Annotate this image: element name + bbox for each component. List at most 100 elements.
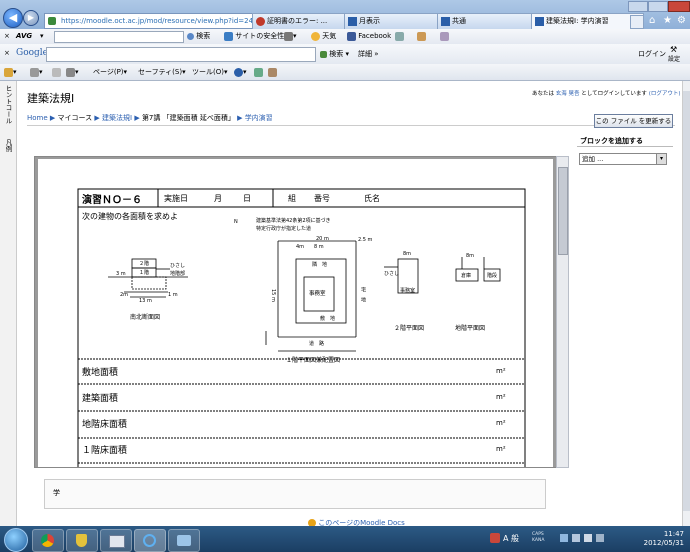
tab-label: 建築法規Ⅰ: 学内演習 — [546, 17, 609, 25]
label-road: 道 路 — [309, 341, 325, 347]
taskbar-chrome[interactable] — [32, 529, 64, 552]
calendar-icon — [395, 31, 404, 41]
minimize-button[interactable] — [628, 1, 648, 12]
close-toolbar-icon[interactable]: × — [4, 29, 10, 44]
help-button[interactable]: ▾ — [234, 64, 247, 80]
tab-label: 共通 — [452, 17, 466, 25]
taskbar-explorer[interactable] — [100, 529, 132, 552]
wrench-icon[interactable]: ⚒ — [670, 45, 677, 54]
dim-13m: 13 m — [139, 298, 152, 304]
start-button[interactable] — [4, 528, 28, 552]
side-tab-hint[interactable]: ヒントコール — [1, 85, 13, 129]
login-user-link[interactable]: 玄海 晃吾 — [556, 91, 580, 97]
favorites-icon[interactable]: ★ — [663, 15, 672, 26]
breadcrumb-home[interactable]: Home — [27, 114, 48, 122]
ime-indicator[interactable]: A 般 — [503, 533, 519, 544]
question-text: 次の建物の各面積を求めよ — [82, 212, 178, 221]
command-bar: ▾ ▾ ▾ ページ(P)▾ セーフティ(S)▾ ツール(O)▾ ▾ — [0, 64, 690, 81]
page-menu[interactable]: ページ(P)▾ — [93, 64, 127, 80]
network-icon[interactable] — [596, 534, 604, 542]
group-label: 組 — [288, 194, 296, 203]
login-prefix: あなたは — [532, 91, 555, 97]
address-text: https://moodle.oct.ac.jp/mod/resource/vi… — [61, 17, 258, 25]
taskbar: A 般 CAPS KANA 11:47 2012/05/31 — [0, 526, 690, 552]
new-tab-button[interactable] — [630, 15, 644, 29]
google-more-label: 詳細 » — [358, 50, 379, 58]
close-toolbar-icon[interactable]: × — [4, 49, 10, 57]
document-viewer[interactable]: 演習ＮＯ－６ 実施日 月 日 組 番号 氏名 次の建物の各面積を求めよ ２階 １… — [34, 156, 557, 468]
breadcrumb-exercise[interactable]: 学内演習 — [245, 114, 273, 122]
avg-extra-icon-1[interactable] — [395, 29, 404, 44]
page-scrollbar[interactable] — [682, 81, 690, 526]
tab-month-view[interactable]: 月表示 — [344, 13, 444, 29]
taskbar-shield[interactable] — [66, 529, 98, 552]
tools-menu-label: ツール(O) — [192, 68, 224, 76]
notes-icon — [417, 31, 426, 41]
document-scroll-thumb[interactable] — [558, 167, 568, 255]
feeds-icon[interactable]: ▾ — [30, 64, 43, 80]
facebook-button[interactable]: Facebook — [347, 29, 391, 44]
help-icon — [234, 67, 243, 77]
google-settings-label[interactable]: 設定 — [668, 54, 680, 63]
keyboard-icon[interactable] — [572, 534, 580, 542]
mail-button[interactable] — [52, 64, 61, 80]
avg-extra-icon-3[interactable] — [440, 29, 449, 44]
close-button[interactable] — [668, 1, 690, 12]
name-label: 氏名 — [364, 194, 380, 203]
shield-icon — [224, 31, 233, 41]
avg-search-input[interactable] — [54, 31, 184, 43]
section-caption: 南北断面図 — [130, 314, 161, 321]
tools-menu[interactable]: ツール(O)▾ — [192, 64, 228, 80]
breadcrumb-course[interactable]: 建築法規Ⅰ — [102, 114, 132, 122]
dim-1m: 1 m — [168, 292, 178, 298]
course-title: 建築法規Ⅰ — [27, 92, 75, 105]
chevron-down-icon[interactable]: ▾ — [40, 29, 44, 44]
note-line-1: 建築基準法第42条第2項に基づき — [256, 218, 331, 224]
clock[interactable]: 11:47 2012/05/31 — [624, 530, 684, 548]
print-button[interactable]: ▾ — [66, 64, 79, 80]
add-block-select[interactable]: 追加 ... ▾ — [579, 153, 667, 165]
avg-extra-icon-2[interactable] — [417, 29, 426, 44]
avg-options-button[interactable]: ▾ — [284, 29, 297, 44]
google-more-button[interactable]: 詳細 » — [358, 49, 379, 59]
caps-kana-indicator: CAPS KANA — [532, 532, 545, 543]
back-button[interactable]: ◀ — [3, 8, 23, 28]
tray-app-icon[interactable] — [490, 533, 500, 543]
avg-search-button[interactable]: 検索 — [187, 29, 210, 44]
window-icon — [109, 535, 125, 548]
flag-icon[interactable] — [584, 534, 592, 542]
site-safety-button[interactable]: サイトの安全性 — [224, 29, 284, 44]
favorites-bar-icon[interactable]: ▾ — [4, 64, 17, 80]
google-search-button[interactable]: 検索 ▾ — [320, 49, 349, 59]
home-icon[interactable]: ⌂ — [649, 15, 655, 26]
taskbar-app[interactable] — [168, 529, 200, 552]
app-icon — [177, 535, 191, 546]
chevron-down-icon: ▾ — [656, 154, 666, 164]
help-icon[interactable] — [560, 534, 568, 542]
gear-icon[interactable]: ⚙ — [677, 15, 686, 26]
safety-menu[interactable]: セーフティ(S)▾ — [138, 64, 186, 80]
safety-menu-label: セーフティ(S) — [138, 68, 183, 76]
google-login-button[interactable]: ログイン — [638, 49, 666, 59]
google-search-input[interactable] — [46, 47, 316, 62]
tab-active-exercise[interactable]: 建築法規Ⅰ: 学内演習 — [531, 13, 644, 29]
breadcrumb-my-courses: マイコース — [57, 114, 93, 122]
taskbar-ie[interactable] — [134, 529, 166, 552]
tab-common[interactable]: 共通 — [437, 13, 537, 29]
forward-button[interactable]: ▶ — [23, 10, 39, 26]
note-line-2: 特定行政庁が指定した道 — [256, 226, 312, 232]
clock-time: 11:47 — [663, 530, 684, 538]
tab-cert-error[interactable]: 証明書のエラー: ... — [252, 13, 352, 29]
document-scrollbar[interactable] — [556, 156, 569, 468]
research-button[interactable] — [254, 64, 263, 80]
maximize-button[interactable] — [648, 1, 668, 12]
page-scroll-thumb[interactable] — [683, 91, 690, 511]
research-button-2[interactable] — [268, 64, 277, 80]
weather-button[interactable]: 天気 — [311, 29, 336, 44]
label-stairs: 階段 — [487, 273, 498, 279]
address-bar[interactable]: https://moodle.oct.ac.jp/mod/resource/vi… — [44, 13, 264, 29]
logout-link[interactable]: (ログアウト) — [649, 91, 681, 97]
update-file-button[interactable]: この ファイル を更新する — [594, 114, 673, 128]
side-tab-legend[interactable]: 凡例 — [1, 139, 13, 157]
mail-icon — [52, 67, 61, 77]
